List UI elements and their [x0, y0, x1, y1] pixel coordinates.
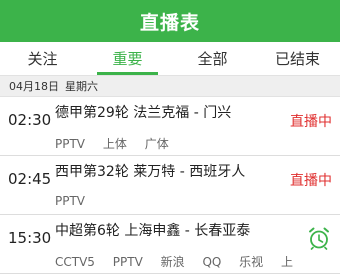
channel-label: PPTV: [55, 194, 86, 208]
match-row[interactable]: 02:45 西甲第32轮 莱万特 - 西班牙人 PPTV 直播中: [0, 156, 340, 215]
channel-label: 乐视: [239, 255, 264, 269]
channel-label: 新浪: [160, 255, 185, 269]
live-status: 直播中: [290, 173, 332, 189]
date-label: 04月18日: [9, 80, 59, 93]
channel-label: QQ: [202, 255, 222, 269]
match-time: 02:45: [8, 170, 52, 188]
match-row[interactable]: 02:30 德甲第29轮 法兰克福 - 门兴 PPTV 上体 广体 直播中: [0, 97, 340, 156]
tab-bar: 关注 重要 全部 已结束: [0, 42, 340, 75]
match-time: 02:30: [8, 111, 52, 129]
match-time: 15:30: [8, 229, 52, 247]
channel-label: 广体: [144, 137, 169, 151]
match-list: 02:30 德甲第29轮 法兰克福 - 门兴 PPTV 上体 广体 直播中 02…: [0, 97, 340, 274]
page-title: 直播表: [139, 11, 200, 34]
channel-list: PPTV: [55, 194, 99, 208]
tab-important[interactable]: 重要: [85, 42, 170, 75]
date-header: 04月18日 星期六: [0, 75, 340, 97]
match-title: 德甲第29轮 法兰克福 - 门兴: [55, 105, 232, 121]
alarm-clock-icon[interactable]: [308, 226, 330, 250]
channel-label: PPTV: [112, 255, 143, 269]
tab-all[interactable]: 全部: [170, 42, 255, 75]
weekday-label: 星期六: [65, 80, 98, 93]
channel-label: 上体: [102, 137, 127, 151]
match-title: 西甲第32轮 莱万特 - 西班牙人: [55, 164, 246, 180]
live-status: 直播中: [290, 114, 332, 130]
channel-list: PPTV 上体 广体: [55, 135, 183, 152]
channel-list: CCTV5 PPTV 新浪 QQ 乐视 上: [55, 253, 307, 270]
match-title: 中超第6轮 上海申鑫 - 长春亚泰: [55, 223, 251, 239]
channel-label: PPTV: [55, 137, 86, 151]
channel-label: 上: [281, 255, 294, 269]
tab-follow[interactable]: 关注: [0, 42, 85, 75]
title-bar: 直播表: [0, 0, 340, 42]
channel-label: CCTV5: [55, 255, 95, 269]
tab-finished[interactable]: 已结束: [255, 42, 340, 75]
match-row[interactable]: 15:30 中超第6轮 上海申鑫 - 长春亚泰 CCTV5 PPTV 新浪 QQ…: [0, 215, 340, 274]
